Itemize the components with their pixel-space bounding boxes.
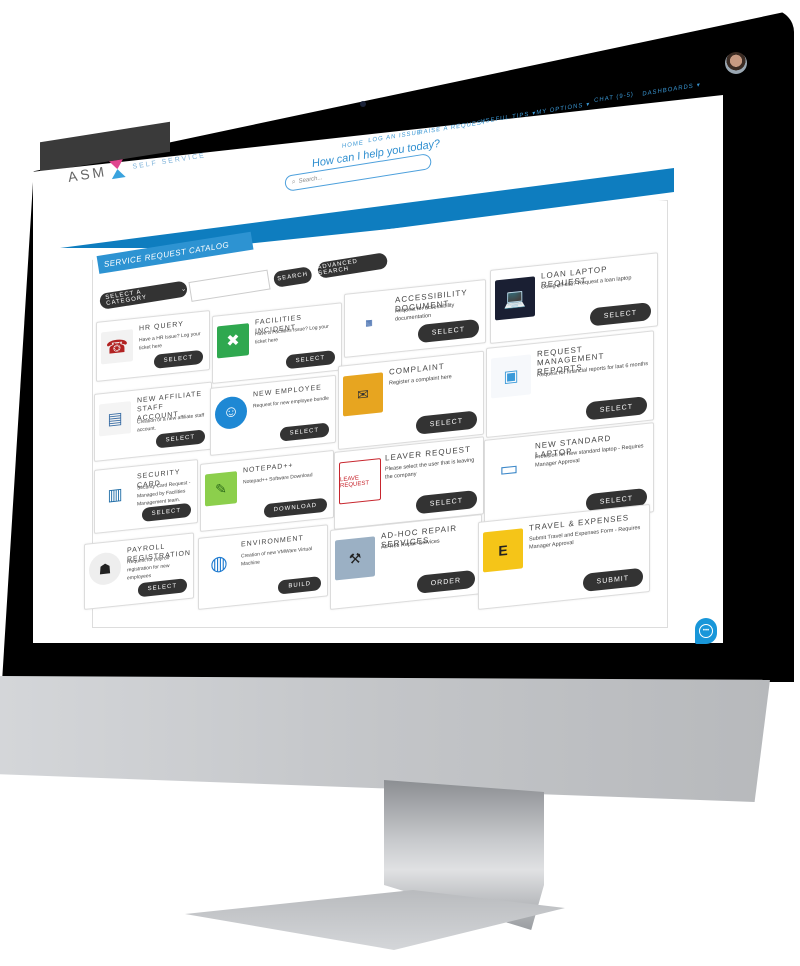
top-nav: HOME LOG AN ISSUE RAISE A REQUEST USEFUL…	[340, 70, 701, 150]
card-environment: ◍ ENVIRONMENT Creation of new VMWare Virtu…	[198, 524, 328, 610]
card-new-affiliate-staff-account: ▤ NEW AFFILIATE STAFF ACCOUNT Creation of …	[94, 381, 212, 462]
user-avatar[interactable]	[725, 52, 747, 74]
new-laptop-icon: ▭	[489, 446, 529, 491]
laptop-icon: 💻	[495, 276, 535, 321]
select-button[interactable]: SELECT	[285, 350, 335, 370]
card-security-card: ▥ SECURITY CARD Security Card Request - Ma…	[94, 459, 198, 534]
card-notepad-plus-plus: ✎ NOTEPAD++ Notepad++ Software Download DOW…	[200, 449, 334, 532]
tools-icon: ✖	[217, 323, 249, 359]
nav-useful-tips[interactable]: USEFUL TIPS ▾	[480, 110, 536, 126]
leave-stamp-icon: LEAVE REQUEST	[339, 458, 381, 505]
nav-home[interactable]: HOME	[342, 140, 365, 149]
card-new-employee: ☺ NEW EMPLOYEE Request for new employee bu…	[210, 374, 336, 456]
id-card-icon: ▤	[99, 401, 131, 437]
card-travel-expenses: E TRAVEL & EXPENSES Submit Travel and Expe…	[478, 503, 650, 610]
card-hr-query: ☎ HR QUERY Have a HR Issue? Log your ticke…	[96, 310, 210, 382]
card-facilities-incident: ✖ FACILITIES INCIDENT Have a Facilities Is…	[212, 302, 342, 384]
nav-dashboards[interactable]: DASHBOARDS ▾	[642, 81, 701, 97]
complaint-key-icon: ✉	[343, 372, 383, 417]
select-button[interactable]: SELECT	[415, 489, 477, 515]
card-request-management-reports: ▣ REQUEST MANAGEMENT REPORTS Request for f…	[486, 330, 654, 438]
card-ad-hoc-repair-services: ⚒ AD-HOC REPAIR SERVICES Ad-Hoc Repair Ser…	[330, 514, 482, 610]
globe-icon: ◍	[203, 545, 235, 581]
select-button[interactable]: SELECT	[417, 318, 479, 344]
phone-icon: ☎	[101, 329, 133, 365]
order-button[interactable]: ORDER	[416, 569, 475, 594]
card-payroll-registration: ☗ PAYROLL REGISTRATION Request for payroll…	[84, 532, 194, 610]
card-description: Have a HR Issue? Log your ticket here	[139, 331, 201, 352]
select-button[interactable]: SELECT	[585, 396, 647, 421]
search-icon: ⌕	[291, 178, 297, 186]
select-button[interactable]: SELECT	[589, 302, 651, 327]
travel-icon: E	[483, 528, 523, 573]
submit-button[interactable]: SUBMIT	[582, 567, 643, 593]
accessibility-grid-icon: ▦	[349, 300, 389, 345]
chat-button[interactable]: •••	[695, 618, 717, 644]
chat-bubble-icon: •••	[699, 624, 713, 638]
payroll-icon: ☗	[89, 551, 121, 587]
select-button[interactable]: SELECT	[415, 410, 477, 435]
nav-raise-a-request[interactable]: RAISE A REQUEST	[418, 120, 487, 137]
report-icon: ▣	[491, 354, 531, 399]
select-button[interactable]: SELECT	[279, 422, 329, 442]
card-complaint: ✉ COMPLAINT Register a complaint here SELEC…	[338, 350, 484, 450]
chevron-down-icon: ⌄	[180, 285, 188, 293]
nav-chat[interactable]: CHAT (9-5)	[594, 92, 635, 104]
employee-icon: ☺	[215, 395, 247, 431]
logo-x-icon	[109, 159, 127, 180]
repair-icon: ⚒	[335, 536, 375, 581]
build-button[interactable]: BUILD	[278, 576, 321, 595]
select-button[interactable]: SELECT	[153, 349, 203, 369]
select-button[interactable]: SELECT	[137, 578, 187, 598]
select-button[interactable]: SELECT	[155, 429, 205, 449]
download-button[interactable]: DOWNLOAD	[263, 497, 327, 519]
nav-my-options[interactable]: MY OPTIONS ▾	[536, 101, 591, 116]
badge-icon: ▥	[99, 477, 131, 513]
search-placeholder: Search...	[298, 175, 323, 185]
notepad-icon: ✎	[205, 471, 237, 507]
